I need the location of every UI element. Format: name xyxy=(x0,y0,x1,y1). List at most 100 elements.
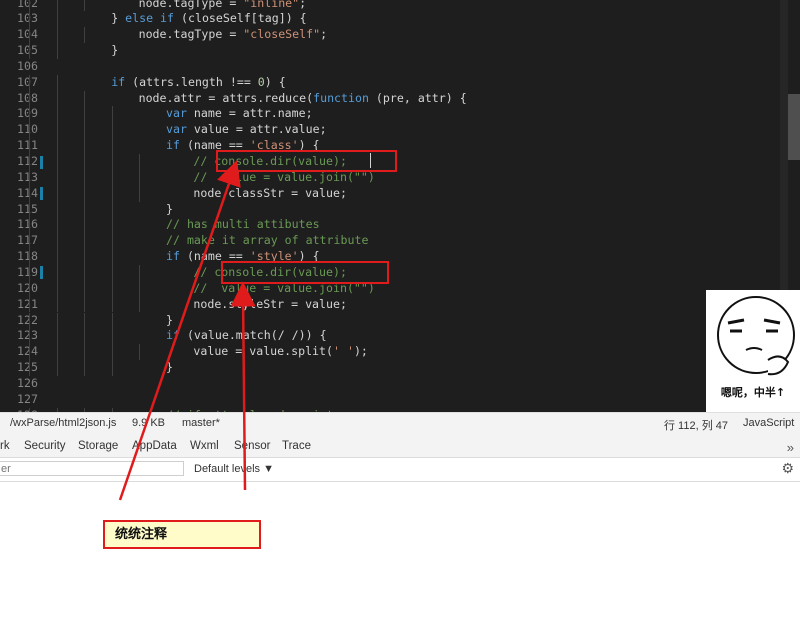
line-number: 108 xyxy=(17,90,38,105)
status-file-path[interactable]: /wxParse/html2json.js xyxy=(10,417,116,429)
meme-sticker: 嗯呢，中半↑ xyxy=(706,290,800,412)
indent-guide xyxy=(29,328,31,345)
highlight-box-line-112 xyxy=(216,150,397,172)
indent-guide xyxy=(29,233,31,250)
indent-guide xyxy=(29,106,31,123)
indent-guide xyxy=(84,264,86,281)
indent-guide xyxy=(139,264,140,281)
code-line-102[interactable]: 102 node.tagType = "inline"; xyxy=(0,0,800,12)
indent-guide xyxy=(29,90,31,107)
code-text: node.tagType = "inline"; xyxy=(138,0,307,10)
indent-guide xyxy=(56,344,58,361)
code-line-121[interactable]: 121 node.styleStr = value; xyxy=(0,296,800,313)
filter-input[interactable] xyxy=(0,461,184,476)
status-git-branch[interactable]: master* xyxy=(182,417,220,429)
code-line-103[interactable]: 103} else if (closeSelf[tag]) { xyxy=(0,11,800,28)
indent-guide xyxy=(29,74,31,91)
tab-appdata[interactable]: AppData xyxy=(132,440,177,452)
indent-guide xyxy=(29,185,31,202)
code-line-106[interactable]: 106 xyxy=(0,59,800,75)
indent-guide xyxy=(111,312,113,329)
tab-wxml[interactable]: Wxml xyxy=(190,440,219,452)
devtools-tab-bar: rk Security Storage AppData Wxml Sensor … xyxy=(0,435,800,458)
code-line-126[interactable]: 126 xyxy=(0,376,800,392)
indent-guide xyxy=(139,280,140,297)
code-line-105[interactable]: 105} xyxy=(0,43,800,59)
code-line-125[interactable]: 125} xyxy=(0,360,800,376)
code-line-108[interactable]: 108 node.attr = attrs.reduce(function (pr… xyxy=(0,90,800,107)
indent-guide xyxy=(111,217,113,234)
code-line-112[interactable]: 112// console.dir(value); xyxy=(0,154,800,170)
indent-guide xyxy=(29,154,31,170)
status-file-size: 9.9 KB xyxy=(132,417,166,429)
code-text: node.classStr = value; xyxy=(193,185,347,200)
indent-guide xyxy=(111,344,113,361)
line-number: 117 xyxy=(17,233,38,248)
code-line-116[interactable]: 116 // has multi attibutes xyxy=(0,217,800,234)
console-toolbar: Default levels ▼ ⚙ xyxy=(0,458,800,482)
indent-guide xyxy=(29,122,31,139)
code-line-122[interactable]: 122} xyxy=(0,312,800,329)
indent-guide xyxy=(84,90,86,107)
line-number: 124 xyxy=(17,344,38,359)
annotation-note: 统统注释 xyxy=(103,520,261,549)
code-line-109[interactable]: 109 var name = attr.name; xyxy=(0,106,800,123)
tab-network[interactable]: rk xyxy=(0,440,10,452)
meme-caption: 嗯呢，中半↑ xyxy=(720,386,786,399)
indent-guide xyxy=(84,328,86,345)
status-language[interactable]: JavaScript xyxy=(743,417,794,429)
code-text: } xyxy=(166,312,173,327)
tab-sensor[interactable]: Sensor xyxy=(234,440,270,452)
gear-icon[interactable]: ⚙ xyxy=(781,460,794,477)
code-line-110[interactable]: 110 var value = attr.value; xyxy=(0,122,800,139)
code-text: } xyxy=(166,201,173,216)
code-editor[interactable]: 102 node.tagType = "inline"; 103} else if … xyxy=(0,0,800,412)
indent-guide xyxy=(56,169,58,186)
indent-guide xyxy=(56,122,58,139)
code-line-111[interactable]: 111 if (name == 'class') { xyxy=(0,138,800,154)
code-line-123[interactable]: 123 if (value.match(/ /)) { xyxy=(0,328,800,345)
tab-trace[interactable]: Trace xyxy=(282,440,311,452)
indent-guide xyxy=(139,169,140,186)
line-number: 126 xyxy=(17,375,38,390)
line-number: 127 xyxy=(17,391,38,406)
code-line-114[interactable]: 114 node.classStr = value; xyxy=(0,185,800,202)
indent-guide xyxy=(56,360,58,376)
code-line-113[interactable]: 113 // value = value.join("") xyxy=(0,169,800,186)
indent-guide xyxy=(84,138,86,154)
line-number: 118 xyxy=(17,249,38,264)
code-line-119[interactable]: 119// console.dir(value); xyxy=(0,264,800,281)
code-line-127[interactable]: 127 xyxy=(0,392,800,408)
line-number: 125 xyxy=(17,360,38,375)
tab-security[interactable]: Security xyxy=(24,440,66,452)
default-levels-dropdown[interactable]: Default levels ▼ xyxy=(194,463,274,475)
indent-guide xyxy=(56,280,58,297)
indent-guide xyxy=(29,296,31,313)
code-line-124[interactable]: 124 value = value.split(' '); xyxy=(0,344,800,361)
code-text: node.attr = attrs.reduce(function (pre, … xyxy=(138,90,467,105)
tab-storage[interactable]: Storage xyxy=(78,440,118,452)
indent-guide xyxy=(84,249,86,265)
indent-guide xyxy=(84,296,86,313)
indent-guide xyxy=(111,296,113,313)
code-text: if (value.match(/ /)) { xyxy=(166,328,327,343)
more-tabs-icon[interactable]: » xyxy=(787,440,794,455)
code-line-104[interactable]: 104 node.tagType = "closeSelf"; xyxy=(0,27,800,44)
indent-guide xyxy=(56,90,58,107)
indent-guide xyxy=(56,11,58,28)
highlight-box-line-119 xyxy=(221,261,389,284)
code-line-117[interactable]: 117 // make it array of attribute xyxy=(0,233,800,250)
line-number: 110 xyxy=(17,122,38,137)
indent-guide xyxy=(29,201,31,218)
indent-guide xyxy=(56,296,58,313)
code-line-120[interactable]: 120// value = value.join("") xyxy=(0,280,800,297)
code-line-107[interactable]: 107 if (attrs.length !== 0) { xyxy=(0,74,800,91)
console-output xyxy=(0,482,800,623)
code-text: } xyxy=(166,360,173,375)
indent-guide xyxy=(111,185,113,202)
indent-guide xyxy=(139,344,140,361)
code-line-118[interactable]: 118 if (name == 'style') { xyxy=(0,249,800,265)
indent-guide xyxy=(111,264,113,281)
status-cursor-position[interactable]: 行 112, 列 47 xyxy=(664,417,728,433)
code-line-115[interactable]: 115} xyxy=(0,201,800,218)
